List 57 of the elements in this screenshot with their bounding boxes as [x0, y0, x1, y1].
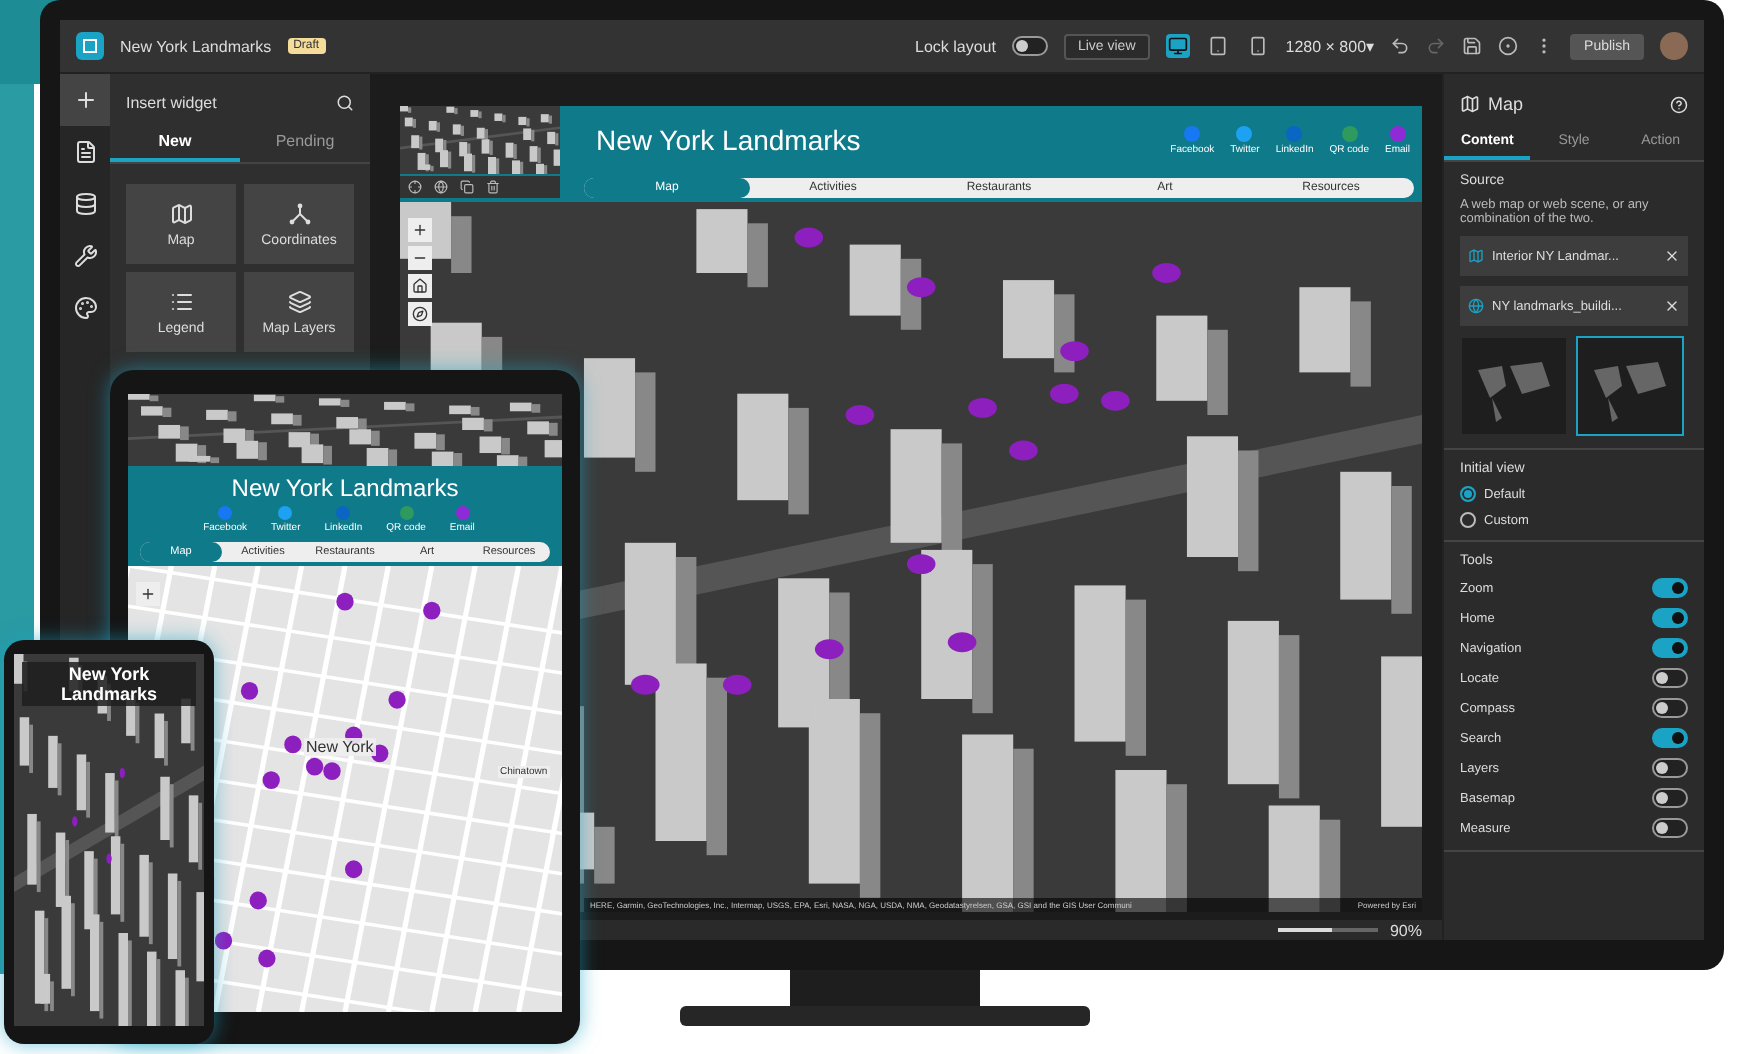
- save-icon: [1462, 36, 1483, 56]
- database-icon: [73, 192, 97, 216]
- zoom-percentage: 90%: [1389, 921, 1422, 939]
- page-icon: [73, 140, 97, 164]
- phone-icon: [1247, 36, 1268, 56]
- header-title: New York Landmarks: [596, 124, 861, 156]
- monitor-icon: [1167, 36, 1188, 56]
- tool-toggle[interactable]: [1652, 578, 1688, 598]
- header-title: New York Landmarks: [231, 474, 459, 502]
- search-icon: [336, 94, 354, 112]
- undo-button[interactable]: [1390, 36, 1411, 56]
- tool-toggle[interactable]: [1652, 638, 1688, 658]
- save-button[interactable]: [1462, 36, 1483, 56]
- panel-title: Insert widget: [126, 94, 217, 112]
- lock-layout-toggle[interactable]: [1011, 36, 1048, 56]
- palette-icon: [73, 296, 97, 320]
- app-title: New York Landmarks: [120, 37, 272, 55]
- map-icon: [1460, 94, 1480, 114]
- map-icon: [1468, 248, 1484, 264]
- device-button[interactable]: [1245, 34, 1270, 58]
- trash-icon: [486, 180, 500, 194]
- map-icon: [169, 201, 193, 225]
- copy-icon: [460, 180, 474, 194]
- plus-icon: [73, 88, 97, 112]
- close-icon: [1664, 298, 1680, 314]
- tool-toggle[interactable]: [1652, 608, 1688, 628]
- layers-icon: [287, 289, 311, 313]
- device-button[interactable]: [1205, 34, 1230, 58]
- device-button[interactable]: [1165, 34, 1190, 58]
- circle-icon: [1498, 36, 1519, 56]
- map-thumbnail[interactable]: [1576, 336, 1684, 436]
- lock-layout-label: Lock layout: [915, 37, 996, 55]
- preview-button[interactable]: [1498, 36, 1519, 56]
- settings-title: Map: [1488, 94, 1524, 114]
- tool-toggle[interactable]: [1652, 728, 1688, 748]
- tool-toggle[interactable]: [1652, 698, 1688, 718]
- avatar: [1660, 32, 1688, 60]
- panel-tab[interactable]: Pending: [240, 124, 370, 162]
- target-icon: [408, 180, 422, 194]
- redo-icon: [1426, 36, 1447, 56]
- tool-toggle[interactable]: [1652, 818, 1688, 838]
- tool-toggle[interactable]: [1652, 668, 1688, 688]
- resolution-dropdown[interactable]: 1280 × 800▾: [1285, 37, 1375, 55]
- node-icon: [287, 201, 311, 225]
- tool-toggle[interactable]: [1652, 758, 1688, 778]
- panel-tab[interactable]: New: [110, 124, 240, 162]
- undo-icon: [1390, 36, 1411, 56]
- tool-toggle[interactable]: [1652, 788, 1688, 808]
- wrench-icon: [73, 244, 97, 268]
- sidebar-button[interactable]: [60, 74, 110, 126]
- logo-icon: [76, 32, 104, 60]
- help-icon: [1670, 95, 1688, 113]
- globe-icon: [434, 180, 448, 194]
- tablet-icon: [1207, 36, 1228, 56]
- map-thumbnail[interactable]: [1460, 336, 1568, 436]
- globe-icon: [1468, 298, 1484, 314]
- close-icon: [1664, 248, 1680, 264]
